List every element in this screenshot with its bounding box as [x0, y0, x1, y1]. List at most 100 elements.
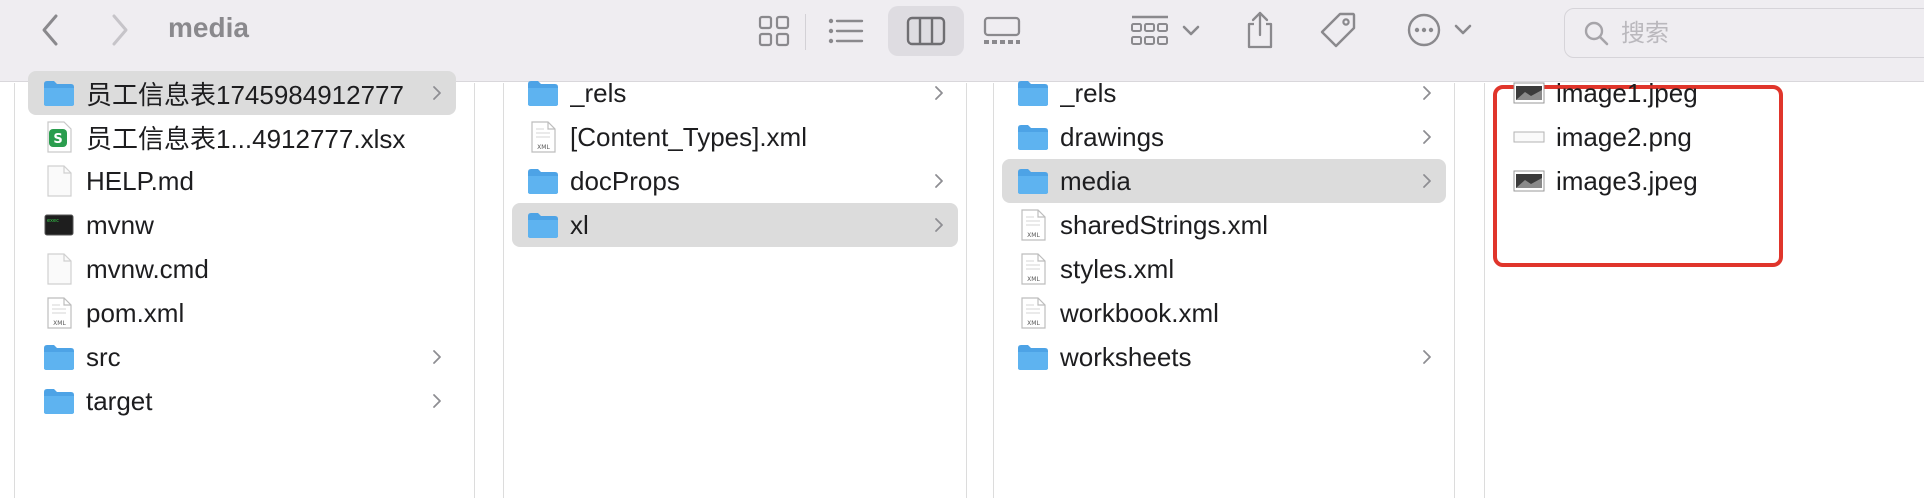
- file-icon-wrapper: [42, 340, 76, 374]
- folder-icon: [528, 81, 558, 106]
- xml-file-icon: XML: [47, 297, 72, 329]
- search-field[interactable]: [1564, 8, 1924, 58]
- folder-icon: [1018, 169, 1048, 194]
- xml-file-icon: XML: [1021, 253, 1046, 285]
- item-label: 员工信息表1745984912777: [86, 79, 404, 110]
- group-icon: [1131, 15, 1168, 45]
- item-label: sharedStrings.xml: [1060, 209, 1269, 240]
- ellipsis-circle-icon: [1407, 13, 1441, 47]
- column-4-item[interactable]: image1.jpeg: [1504, 71, 1774, 115]
- more-actions-button[interactable]: [1400, 10, 1480, 50]
- folder-icon: [1018, 125, 1048, 150]
- search-input[interactable]: [1621, 19, 1881, 47]
- folder-icon: [528, 213, 558, 238]
- column-1-item[interactable]: mvnw.cmd: [28, 247, 456, 291]
- chevron-down-icon: [1454, 24, 1472, 35]
- column-3-item[interactable]: media: [1002, 159, 1446, 203]
- xml-file-icon: XML: [1021, 209, 1046, 241]
- gallery-view-button[interactable]: [980, 14, 1024, 48]
- file-icon-wrapper: [1016, 340, 1050, 374]
- disclosure-chevron-icon: [1422, 125, 1436, 149]
- column-1-item[interactable]: HELP.md: [28, 159, 456, 203]
- chevron-left-icon: [42, 14, 58, 46]
- item-label: target: [86, 385, 153, 416]
- document-file-icon: [47, 253, 72, 285]
- window-title: media: [168, 12, 249, 43]
- toolbar-divider: [805, 14, 806, 50]
- disclosure-chevron-icon: [934, 169, 948, 193]
- svg-text:XML: XML: [537, 144, 550, 151]
- icon-view-button[interactable]: [752, 14, 796, 48]
- forward-button[interactable]: [100, 8, 140, 52]
- xml-file-icon: XML: [531, 121, 556, 153]
- file-icon-wrapper: XML: [42, 296, 76, 330]
- image-thumbnail-icon: [1513, 82, 1545, 104]
- tag-button[interactable]: [1316, 8, 1360, 52]
- svg-text:exec: exec: [47, 218, 59, 224]
- terminal-executable-icon: exec: [44, 214, 74, 236]
- item-label: image3.jpeg: [1556, 165, 1698, 196]
- grid-icon: [758, 15, 790, 47]
- file-icon-wrapper: [1512, 76, 1546, 110]
- list-view-button[interactable]: [824, 14, 868, 48]
- column-1-item[interactable]: 员工信息表1745984912777: [28, 71, 456, 115]
- image-thumbnail-icon: [1513, 131, 1545, 143]
- search-icon: [1584, 21, 1609, 46]
- item-label: image2.png: [1556, 121, 1692, 152]
- column-3-item[interactable]: XML sharedStrings.xml: [1002, 203, 1446, 247]
- folder-icon: [44, 345, 74, 370]
- group-by-button[interactable]: [1128, 12, 1204, 50]
- column-3-item[interactable]: worksheets: [1002, 335, 1446, 379]
- disclosure-chevron-icon: [1422, 169, 1436, 193]
- item-label: pom.xml: [86, 297, 185, 328]
- chevron-right-icon: [112, 14, 128, 46]
- column-3-item[interactable]: XML styles.xml: [1002, 247, 1446, 291]
- column-2-item[interactable]: XML [Content_Types].xml: [512, 115, 958, 159]
- columns-icon: [906, 16, 946, 46]
- disclosure-chevron-icon: [934, 213, 948, 237]
- file-icon-wrapper: [42, 252, 76, 286]
- column-2-item[interactable]: docProps: [512, 159, 958, 203]
- column-1-item[interactable]: S 员工信息表1...4912777.xlsx: [28, 115, 456, 159]
- disclosure-chevron-icon: [1422, 345, 1436, 369]
- finder-toolbar: media: [0, 0, 1924, 82]
- column-2-item[interactable]: xl: [512, 203, 958, 247]
- column-4-item[interactable]: image2.png: [1504, 115, 1774, 159]
- item-label: worksheets: [1060, 341, 1192, 372]
- file-icon-wrapper: [42, 384, 76, 418]
- column-1-item[interactable]: src: [28, 335, 456, 379]
- column-1-item[interactable]: XML pom.xml: [28, 291, 456, 335]
- file-icon-wrapper: [42, 76, 76, 110]
- column-1-item[interactable]: target: [28, 379, 456, 423]
- file-icon-wrapper: XML: [1016, 296, 1050, 330]
- item-label: xl: [570, 209, 589, 240]
- item-label: image1.jpeg: [1556, 77, 1698, 108]
- column-1-item[interactable]: exec mvnw: [28, 203, 456, 247]
- folder-icon: [44, 81, 74, 106]
- column-3-item[interactable]: XML workbook.xml: [1002, 291, 1446, 335]
- column-2-item[interactable]: _rels: [512, 71, 958, 115]
- disclosure-chevron-icon: [934, 81, 948, 105]
- file-icon-wrapper: XML: [1016, 252, 1050, 286]
- share-button[interactable]: [1240, 6, 1280, 54]
- file-icon-wrapper: [526, 164, 560, 198]
- file-icon-wrapper: XML: [526, 120, 560, 154]
- document-file-icon: [47, 165, 72, 197]
- xlsx-file-icon: S: [47, 121, 72, 153]
- column-3-item[interactable]: _rels: [1002, 71, 1446, 115]
- column-view-button[interactable]: [888, 6, 964, 56]
- disclosure-chevron-icon: [432, 81, 446, 105]
- folder-icon: [1018, 81, 1048, 106]
- back-button[interactable]: [30, 8, 70, 52]
- file-icon-wrapper: [526, 208, 560, 242]
- tag-icon: [1320, 12, 1356, 48]
- item-label: mvnw: [86, 209, 154, 240]
- file-icon-wrapper: [1016, 76, 1050, 110]
- column-3-item[interactable]: drawings: [1002, 115, 1446, 159]
- item-label: [Content_Types].xml: [570, 121, 807, 152]
- svg-text:S: S: [53, 132, 62, 147]
- file-icon-wrapper: S: [42, 120, 76, 154]
- folder-icon: [528, 169, 558, 194]
- file-icon-wrapper: [1512, 120, 1546, 154]
- column-4-item[interactable]: image3.jpeg: [1504, 159, 1774, 203]
